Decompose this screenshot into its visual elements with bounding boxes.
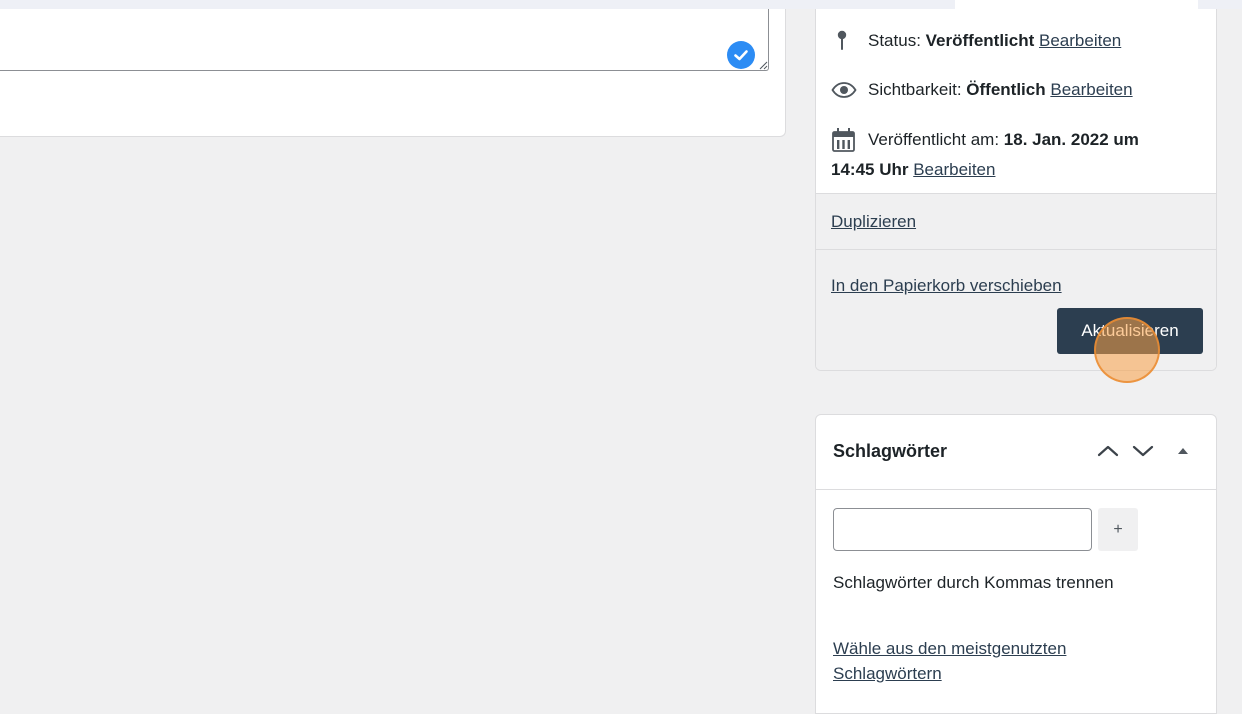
triangle-up-icon <box>1178 448 1188 454</box>
content-textarea[interactable] <box>0 9 769 71</box>
toggle-panel-button[interactable] <box>1171 439 1195 463</box>
update-button[interactable]: Aktualisieren <box>1057 308 1203 354</box>
tags-header: Schlagwörter <box>816 415 1216 490</box>
visibility-label: Sichtbarkeit: <box>868 80 962 99</box>
visibility-value: Öffentlich <box>966 80 1046 99</box>
editor-content-box <box>0 9 786 137</box>
eye-icon <box>831 82 857 98</box>
move-down-button[interactable] <box>1131 439 1155 463</box>
chevron-down-icon <box>1132 445 1154 457</box>
duplicate-link[interactable]: Duplizieren <box>831 210 916 234</box>
resize-handle-icon[interactable] <box>758 60 768 70</box>
published-edit-link[interactable]: Bearbeiten <box>913 160 995 179</box>
visibility-edit-link[interactable]: Bearbeiten <box>1050 80 1132 99</box>
published-time: 14:45 Uhr <box>831 160 909 179</box>
major-publishing-actions: In den Papierkorb verschieben Aktualisie… <box>816 249 1216 370</box>
tag-input[interactable] <box>833 508 1092 551</box>
tags-hint: Schlagwörter durch Kommas trennen <box>833 573 1114 592</box>
status-edit-link[interactable]: Bearbeiten <box>1039 31 1121 50</box>
published-date: 18. Jan. 2022 um <box>1003 130 1139 149</box>
check-circle-icon <box>727 41 755 69</box>
most-used-tags-link[interactable]: Wähle aus den meistgenutzten Schlagwörte… <box>833 636 1133 686</box>
move-up-button[interactable] <box>1096 439 1120 463</box>
status-value: Veröffentlicht <box>925 31 1035 50</box>
move-to-trash-link[interactable]: In den Papierkorb verschieben <box>831 274 1062 298</box>
duplicate-section: Duplizieren <box>816 193 1216 249</box>
top-strip <box>0 0 1242 10</box>
publish-box: Status: Veröffentlicht Bearbeiten Sichtb… <box>815 9 1217 371</box>
calendar-icon <box>832 128 855 152</box>
tags-title: Schlagwörter <box>833 441 948 461</box>
chevron-up-icon <box>1097 445 1119 457</box>
status-label: Status: <box>868 31 921 50</box>
published-label: Veröffentlicht am: <box>868 130 1000 149</box>
tags-box: Schlagwörter + Schlagwörter durch Kommas… <box>815 414 1217 714</box>
add-tag-button[interactable]: + <box>1098 508 1138 551</box>
pin-icon <box>837 30 847 50</box>
